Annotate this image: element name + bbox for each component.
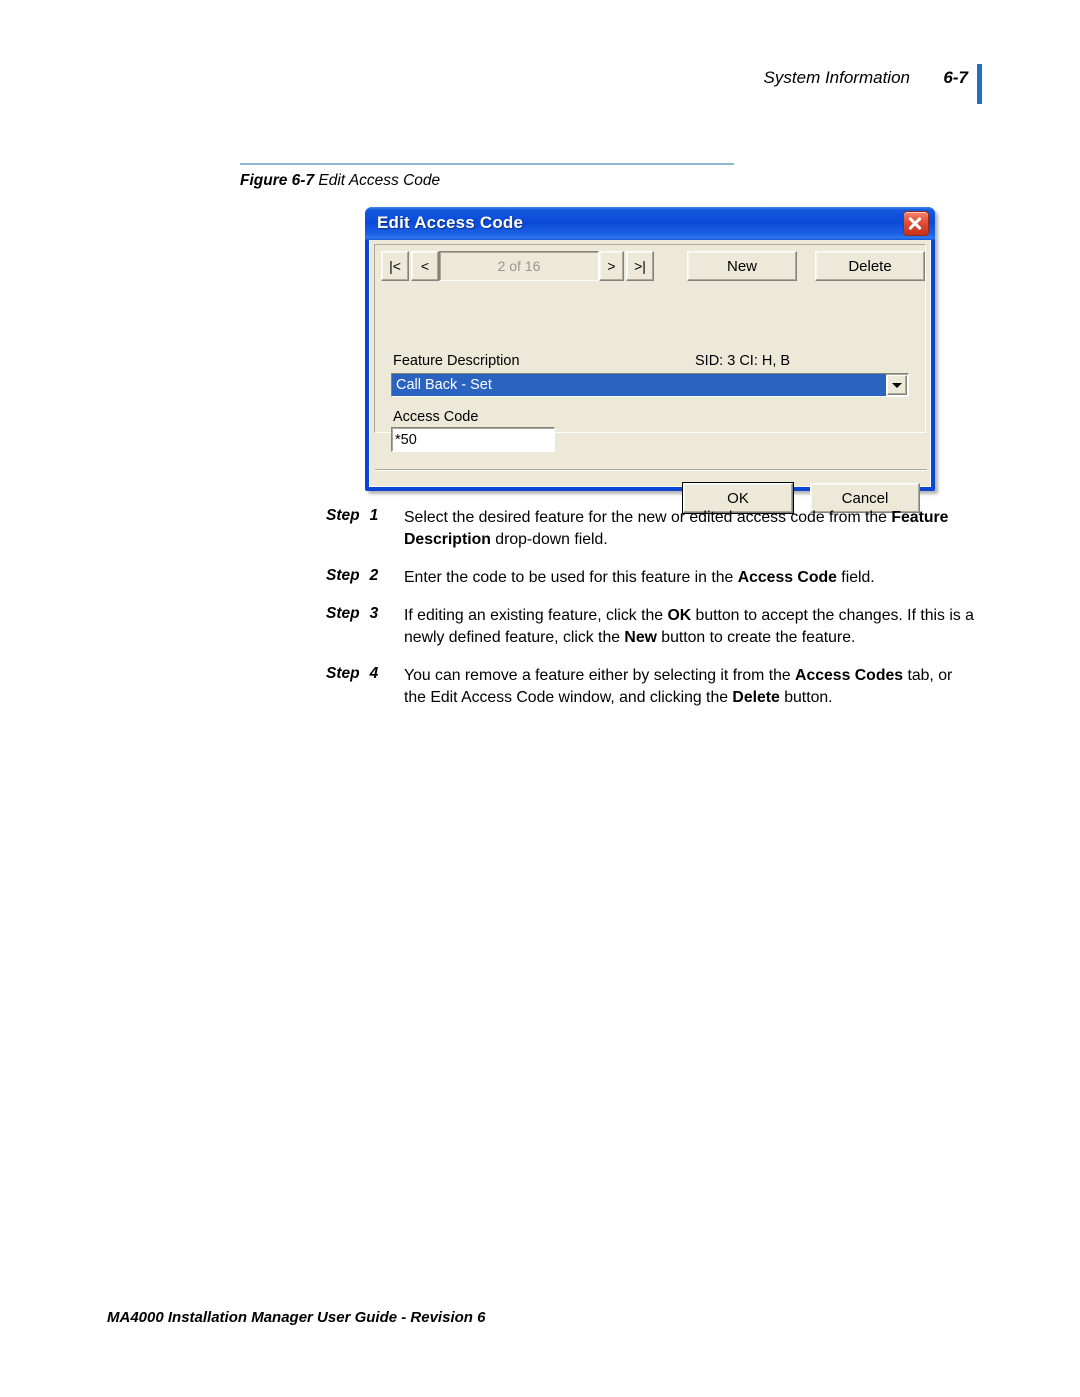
step-item: Step 2 Enter the code to be used for this… [326, 567, 976, 589]
figure-label: Figure 6-7 [240, 172, 315, 189]
step-number: 1 [369, 507, 379, 524]
header-title: System Information [763, 68, 910, 87]
page-footer: MA4000 Installation Manager User Guide -… [107, 1309, 486, 1326]
new-button[interactable]: New [687, 251, 797, 281]
dialog-titlebar: Edit Access Code [365, 207, 935, 240]
feature-description-label: Feature Description [393, 353, 520, 369]
procedure-steps: Step 1 Select the desired feature for the… [326, 507, 976, 725]
dialog-body: |< < 2 of 16 > >| New Delete Feature Des… [369, 240, 931, 514]
step-word: Step [326, 605, 360, 622]
access-code-input[interactable]: *50 [391, 427, 555, 452]
figure-divider-rule [240, 163, 734, 165]
record-position-display: 2 of 16 [439, 251, 599, 281]
step-item: Step 3 If editing an existing feature, cl… [326, 605, 976, 649]
feature-description-value: Call Back - Set [392, 374, 886, 396]
step-item: Step 1 Select the desired feature for the… [326, 507, 976, 551]
step-item: Step 4 You can remove a feature either by… [326, 665, 976, 709]
step-label: Step 1 [326, 507, 396, 525]
dialog-title: Edit Access Code [377, 213, 524, 232]
page-number: 6-7 [943, 68, 968, 87]
step-number: 2 [369, 567, 379, 584]
step-word: Step [326, 665, 360, 682]
step-text: Select the desired feature for the new o… [404, 509, 949, 548]
feature-description-dropdown[interactable]: Call Back - Set [391, 373, 909, 397]
sid-ci-info: SID: 3 CI: H, B [695, 353, 791, 369]
step-word: Step [326, 507, 360, 524]
first-record-button[interactable]: |< [381, 251, 409, 281]
step-label: Step 3 [326, 605, 396, 623]
access-code-label: Access Code [393, 409, 479, 425]
next-record-button[interactable]: > [599, 251, 624, 281]
figure-caption: Figure 6-7 Edit Access Code [240, 172, 440, 190]
step-label: Step 4 [326, 665, 396, 683]
step-number: 3 [369, 605, 379, 622]
delete-button[interactable]: Delete [815, 251, 925, 281]
dialog-content-panel: |< < 2 of 16 > >| New Delete Feature Des… [374, 244, 926, 452]
previous-record-button[interactable]: < [411, 251, 439, 281]
step-label: Step 2 [326, 567, 396, 585]
header-accent-bar [977, 64, 982, 104]
step-word: Step [326, 567, 360, 584]
chevron-down-glyph [892, 382, 902, 388]
last-record-button[interactable]: >| [626, 251, 654, 281]
edit-access-code-dialog: Edit Access Code |< < 2 of 16 > >| New D… [365, 207, 935, 514]
figure-caption-text: Edit Access Code [318, 172, 441, 189]
page-header: System Information 6-7 [0, 64, 1080, 104]
close-icon[interactable] [903, 211, 929, 236]
step-text: You can remove a feature either by selec… [404, 667, 953, 706]
step-text: If editing an existing feature, click th… [404, 607, 974, 646]
step-number: 4 [369, 665, 379, 682]
dialog-footer-divider [375, 469, 927, 471]
step-text: Enter the code to be used for this featu… [404, 569, 875, 586]
chevron-down-icon[interactable] [887, 375, 907, 395]
